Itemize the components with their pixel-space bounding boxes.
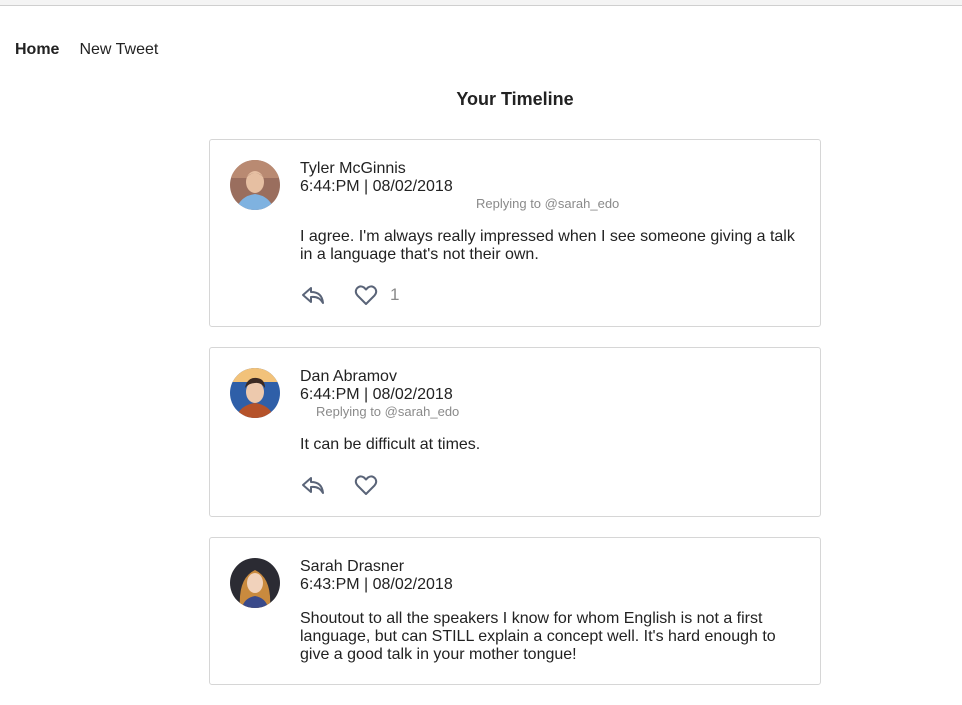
tweet-text: It can be difficult at times.: [300, 436, 481, 453]
avatar: [230, 160, 280, 210]
tweet-card[interactable]: Sarah Drasner 6:43:PM | 08/02/2018 Shout…: [209, 537, 821, 685]
tweet-text: Shoutout to all the speakers I know for …: [300, 610, 776, 663]
nav-new-tweet-link[interactable]: New Tweet: [79, 41, 158, 59]
replying-to-label: Replying to @sarah_edo: [316, 404, 460, 419]
heart-icon: [354, 285, 378, 305]
reply-button[interactable]: [300, 474, 326, 496]
tweet-timestamp: 6:43:PM | 08/02/2018: [300, 576, 453, 593]
tweet-text: I agree. I'm always really impressed whe…: [300, 228, 795, 263]
tweet-timestamp: 6:44:PM | 08/02/2018: [300, 386, 453, 403]
avatar-photo-icon: [230, 160, 280, 210]
avatar: [230, 558, 280, 608]
reply-icon: [302, 287, 324, 304]
main-nav: Home New Tweet: [15, 41, 158, 59]
reply-icon: [302, 477, 324, 494]
tweet-author: Dan Abramov: [300, 368, 397, 385]
tweet-author: Tyler McGinnis: [300, 160, 406, 177]
tweet-actions: [300, 474, 800, 496]
tweet-actions: 1: [300, 284, 800, 306]
like-count: 1: [390, 285, 400, 304]
browser-top-edge: [0, 0, 962, 6]
nav-home-link[interactable]: Home: [15, 41, 59, 59]
avatar: [230, 368, 280, 418]
reply-button[interactable]: [300, 284, 326, 306]
tweet-author: Sarah Drasner: [300, 558, 405, 575]
avatar-photo-icon: [230, 368, 280, 418]
tweet-timestamp: 6:44:PM | 08/02/2018: [300, 178, 453, 195]
page-title: Your Timeline: [456, 89, 574, 109]
like-button[interactable]: [354, 284, 378, 306]
tweet-list: Tyler McGinnis 6:44:PM | 08/02/2018 Repl…: [209, 139, 821, 705]
tweet-card[interactable]: Dan Abramov 6:44:PM | 08/02/2018 Replyin…: [209, 347, 821, 517]
avatar-photo-icon: [230, 558, 280, 608]
tweet-card[interactable]: Tyler McGinnis 6:44:PM | 08/02/2018 Repl…: [209, 139, 821, 327]
heart-icon: [354, 475, 378, 495]
like-button[interactable]: [354, 474, 378, 496]
replying-to-label: Replying to @sarah_edo: [476, 196, 620, 211]
